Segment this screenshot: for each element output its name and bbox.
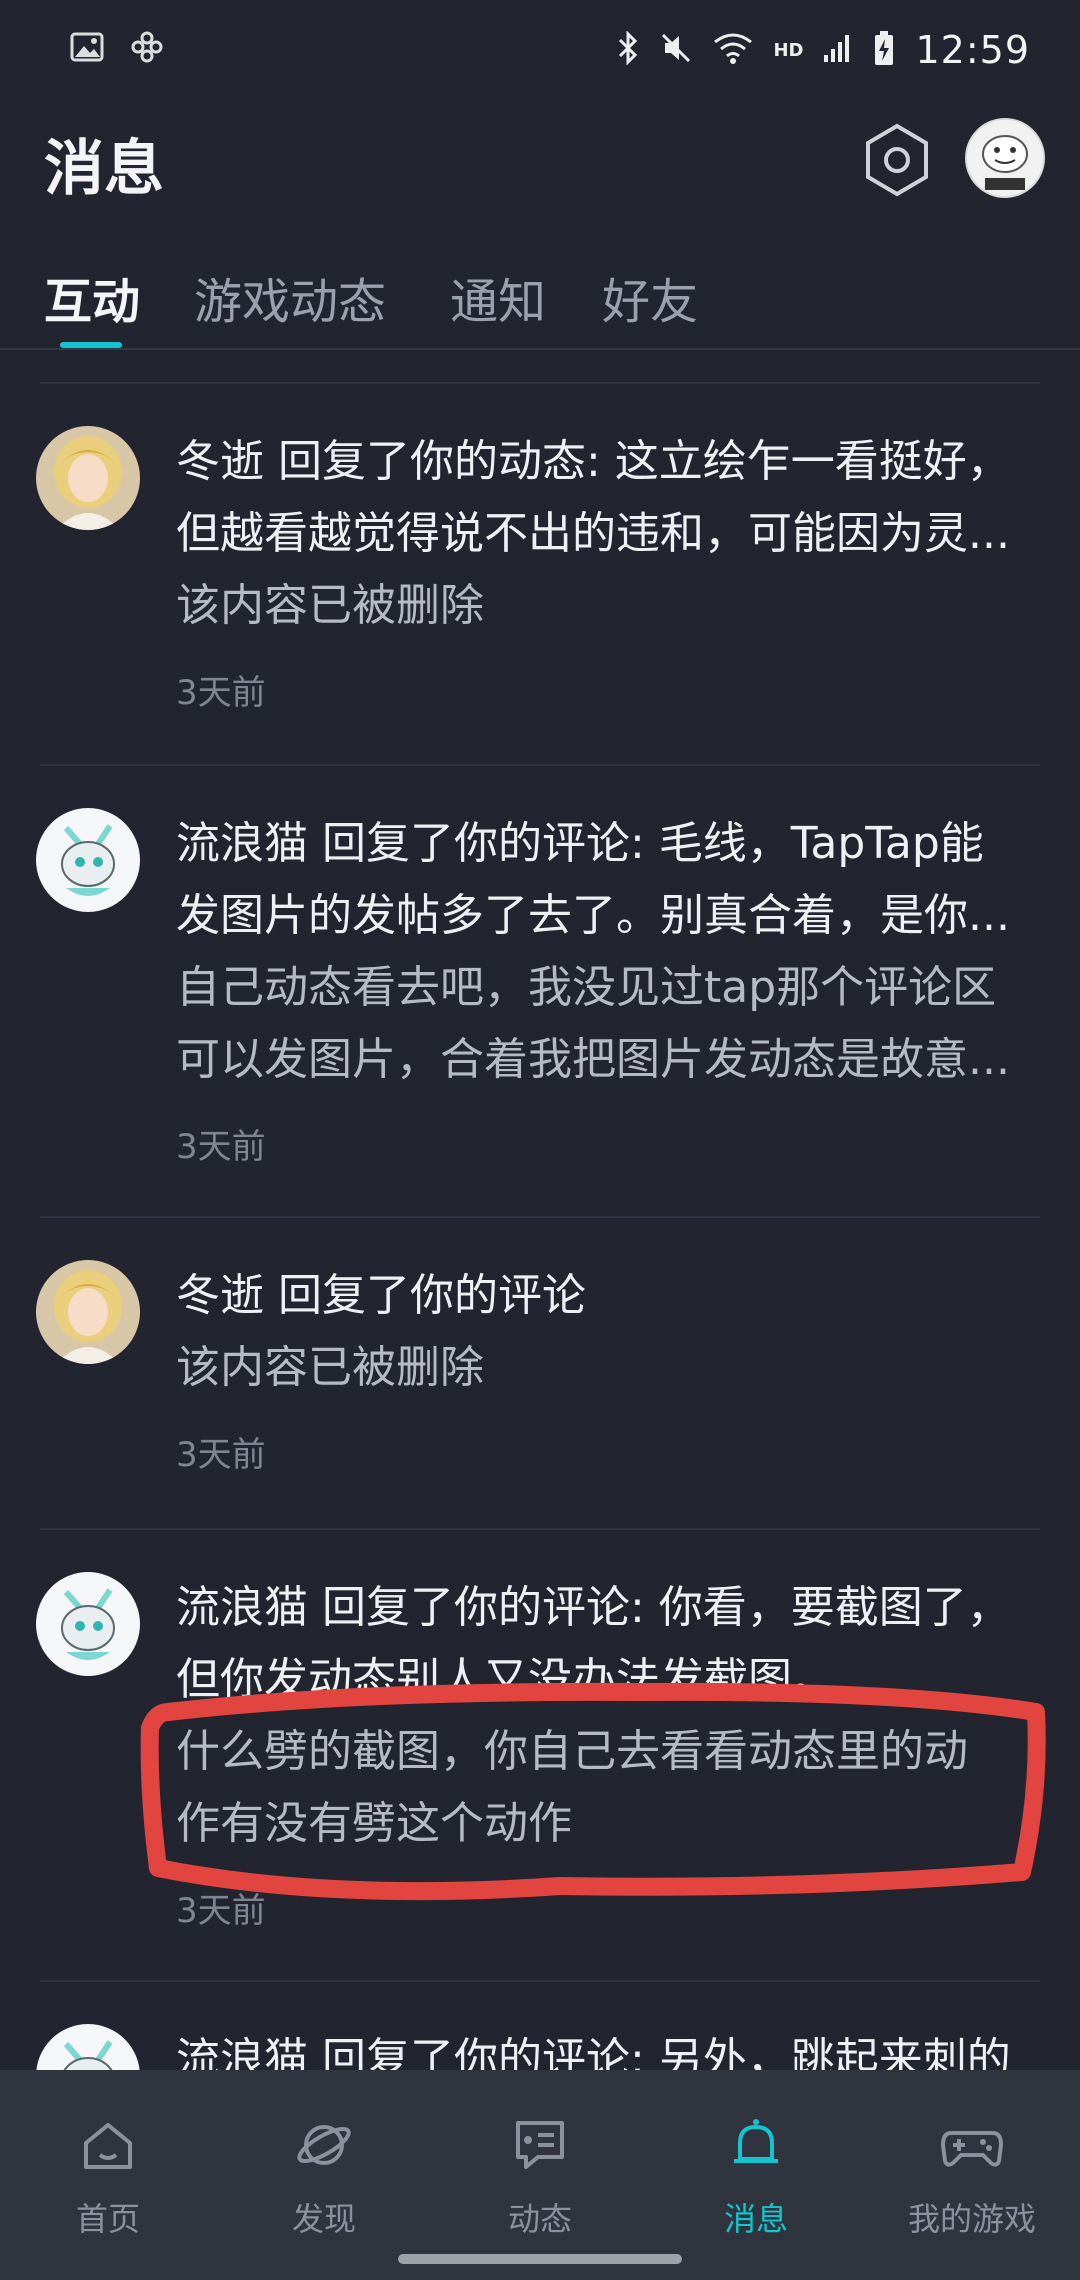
blonde-anime-avatar[interactable]: [36, 1260, 140, 1364]
message-body: 作有没有劈这个动作: [176, 1798, 572, 1849]
tab-interaction[interactable]: 互动: [44, 262, 140, 332]
page-title: 消息: [44, 134, 164, 204]
chat-card-icon: [516, 2121, 564, 2169]
message-title: 冬逝 回复了你的动态: 这立绘乍一看挺好，: [176, 436, 1011, 487]
message-body: 该内容已被删除: [176, 580, 484, 631]
hexagon-settings-icon: [866, 123, 928, 197]
list-item[interactable]: 冬逝 回复了你的评论 该内容已被删除 3天前: [36, 1216, 1040, 1528]
robot-cat-avatar[interactable]: [36, 808, 140, 912]
message-body: 可以发图片，合着我把图片发动态是故意...: [176, 1034, 1010, 1085]
nav-feed[interactable]: 动态: [440, 2110, 640, 2240]
message-time: 3天前: [176, 1891, 266, 1931]
nav-label: 我的游戏: [907, 2200, 1036, 2238]
list-item[interactable]: 流浪猫 回复了你的评论: 毛线，TapTap能 发图片的发帖多了去了。别真合着，…: [36, 764, 1040, 1216]
nav-label: 发现: [291, 2200, 356, 2238]
message-list: 冬逝 回复了你的动态: 这立绘乍一看挺好， 但越看越觉得说不出的违和，可能因为灵…: [0, 382, 1080, 2182]
image-icon: [70, 32, 104, 66]
nav-home[interactable]: 首页: [8, 2110, 208, 2240]
planet-icon: [297, 2125, 351, 2165]
message-body: 自己动态看去吧，我没见过tap那个评论区: [176, 962, 997, 1013]
message-title: 流浪猫 回复了你的评论: 毛线，TapTap能: [176, 818, 984, 869]
mute-icon: [659, 31, 693, 69]
list-item[interactable]: 流浪猫 回复了你的评论: 你看，要截图了， 但你发动态别人又没办法发截图。 什么…: [36, 1528, 1040, 1980]
user-avatar[interactable]: [965, 118, 1045, 198]
home-indicator[interactable]: [398, 2254, 682, 2264]
network-label: HD: [773, 39, 804, 61]
wifi-icon: [713, 32, 753, 68]
settings-button[interactable]: [862, 122, 932, 198]
tab-game-updates[interactable]: 游戏动态: [194, 262, 386, 332]
message-title: 但你发动态别人又没办法发截图。: [176, 1654, 836, 1705]
nav-label: 动态: [507, 2200, 572, 2238]
signal-icon: [823, 33, 853, 67]
robot-cat-avatar[interactable]: [36, 1572, 140, 1676]
tab-bar: 互动 游戏动态 通知 好友: [0, 256, 1080, 350]
bottom-navigation: 首页 发现 动态 消息 我的游戏: [0, 2070, 1080, 2280]
nav-discover[interactable]: 发现: [224, 2110, 424, 2240]
bell-icon: [734, 2119, 778, 2163]
message-body: 该内容已被删除: [176, 1342, 484, 1393]
message-time: 3天前: [176, 673, 266, 713]
message-title: 流浪猫 回复了你的评论: 你看，要截图了，: [176, 1582, 1011, 1633]
message-time: 3天前: [176, 1127, 266, 1167]
nav-messages[interactable]: 消息: [656, 2110, 856, 2240]
nav-label: 消息: [723, 2200, 788, 2238]
list-item[interactable]: 冬逝 回复了你的动态: 这立绘乍一看挺好， 但越看越觉得说不出的违和，可能因为灵…: [36, 382, 1040, 764]
nav-my-games[interactable]: 我的游戏: [872, 2110, 1072, 2240]
clock: 12:59: [915, 28, 1030, 72]
battery-charging-icon: [873, 30, 895, 70]
status-bar: HD 12:59: [0, 0, 1080, 100]
bluetooth-icon: [617, 30, 639, 69]
gamepad-icon: [941, 2131, 1003, 2167]
blonde-anime-avatar[interactable]: [36, 426, 140, 530]
active-tab-indicator: [60, 342, 122, 348]
message-title: 冬逝 回复了你的评论: [176, 1270, 586, 1321]
nav-label: 首页: [75, 2200, 140, 2238]
message-title: 但越看越觉得说不出的违和，可能因为灵...: [176, 508, 1010, 559]
home-icon: [84, 2123, 132, 2169]
message-time: 3天前: [176, 1435, 266, 1475]
tab-notifications[interactable]: 通知: [450, 262, 546, 332]
pinwheel-icon: [130, 30, 164, 68]
tab-friends[interactable]: 好友: [602, 262, 698, 332]
message-body: 什么劈的截图，你自己去看看动态里的动: [176, 1726, 968, 1777]
message-title: 发图片的发帖多了去了。别真合着，是你...: [176, 890, 1010, 941]
